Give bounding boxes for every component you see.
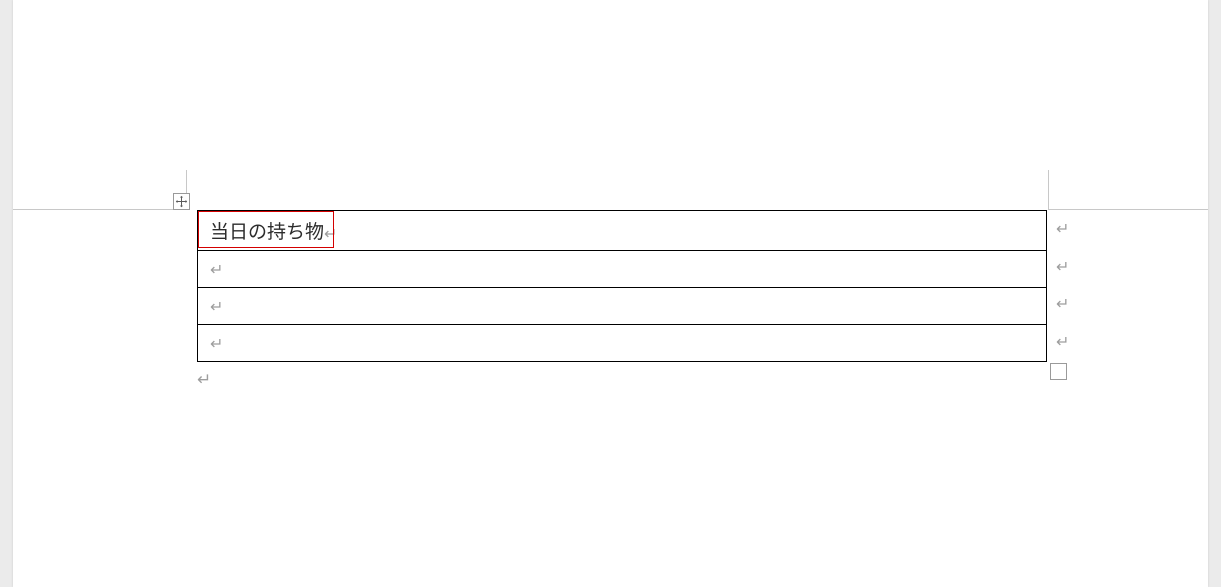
table-row[interactable]: 当日の持ち物↵: [198, 211, 1047, 251]
table-row[interactable]: ↵: [198, 251, 1047, 288]
paragraph-mark-icon: ↵: [197, 370, 211, 390]
paragraph-mark-icon: ↵: [210, 336, 223, 353]
table-cell[interactable]: 当日の持ち物↵: [198, 211, 1047, 251]
table-cell[interactable]: ↵: [198, 325, 1047, 362]
margin-guide-right-tick: [1048, 170, 1049, 210]
row-end-mark-icon: ↵: [1056, 332, 1069, 352]
table-row[interactable]: ↵: [198, 325, 1047, 362]
row-end-mark-icon: ↵: [1056, 257, 1069, 277]
table-move-handle[interactable]: [173, 193, 190, 210]
table-cell[interactable]: ↵: [198, 251, 1047, 288]
row-end-mark-icon: ↵: [1056, 219, 1069, 239]
paragraph-mark-icon: ↵: [324, 226, 337, 243]
move-icon: [175, 195, 188, 208]
table-cell[interactable]: ↵: [198, 288, 1047, 325]
table-resize-handle[interactable]: [1050, 363, 1067, 380]
cell-text: 当日の持ち物: [210, 222, 324, 243]
table-row[interactable]: ↵: [198, 288, 1047, 325]
paragraph-mark-icon: ↵: [210, 262, 223, 279]
document-page: 当日の持ち物↵ ↵ ↵ ↵ ↵ ↵ ↵ ↵ ↵: [13, 0, 1208, 587]
row-end-mark-icon: ↵: [1056, 294, 1069, 314]
paragraph-mark-icon: ↵: [210, 299, 223, 316]
document-table[interactable]: 当日の持ち物↵ ↵ ↵ ↵: [197, 210, 1047, 362]
